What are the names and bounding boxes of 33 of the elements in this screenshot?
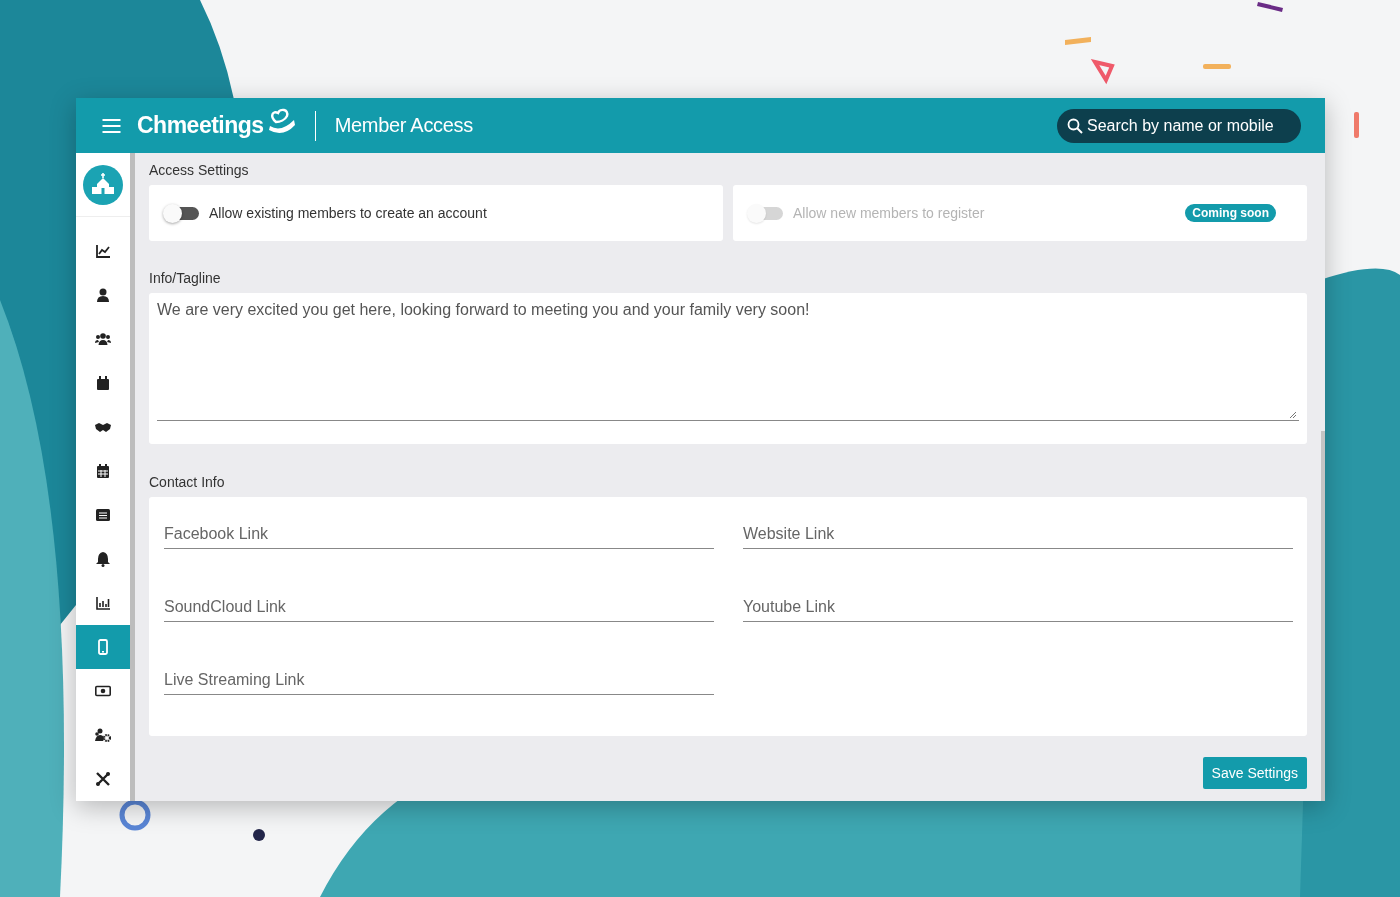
calendar-icon [95, 375, 111, 391]
line-chart-icon [95, 243, 111, 259]
phone-icon [95, 639, 111, 655]
section-heading: Info/Tagline [149, 270, 222, 286]
people-gear-icon [95, 727, 111, 743]
resize-grip-icon[interactable] [1289, 411, 1297, 419]
scrollbar-thumb[interactable] [1321, 431, 1325, 801]
calendar-grid-icon [95, 463, 111, 479]
bar-chart-icon [95, 595, 111, 611]
link-field[interactable]: Facebook Link [164, 519, 714, 549]
link-field[interactable]: Website Link [743, 519, 1293, 549]
list-icon [95, 507, 111, 523]
section-heading: Contact Info [149, 474, 226, 490]
bell-icon [95, 551, 111, 567]
search-field[interactable]: Search by name or mobile [1057, 108, 1301, 143]
heart-hand-icon [266, 107, 297, 136]
link-field[interactable]: Live Streaming Link [164, 665, 714, 695]
app-logo-text: Chmeetings [137, 112, 264, 139]
page-title: Member Access [334, 114, 473, 137]
toggle-label: Allow existing members to create an account [209, 205, 487, 221]
money-icon [95, 683, 111, 699]
search-icon [1067, 117, 1083, 134]
toggle-switch[interactable] [165, 206, 199, 220]
person-icon [95, 287, 111, 303]
status-badge: Coming soon [1185, 204, 1276, 222]
church-icon [83, 164, 123, 205]
toggle-label: Allow new members to register [793, 205, 985, 221]
people-icon [95, 331, 111, 347]
menu-icon[interactable] [102, 117, 121, 134]
link-field[interactable]: SoundCloud Link [164, 592, 714, 622]
section-heading: Access Settings [149, 162, 250, 178]
link-field[interactable]: Youtube Link [743, 592, 1293, 622]
tagline-textarea[interactable]: We are very excited you get here, looking forward to meeting you and your family very soon! [157, 301, 1299, 421]
